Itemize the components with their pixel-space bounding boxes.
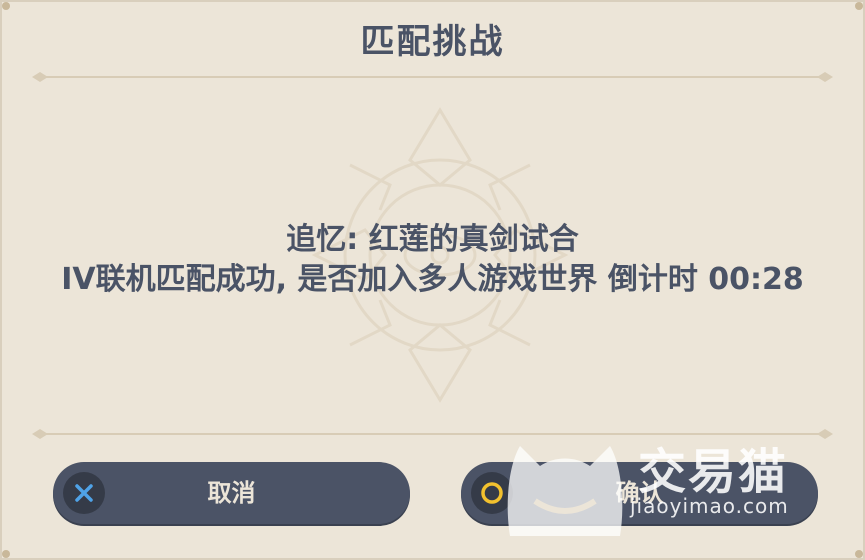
match-status-message: IV联机匹配成功, 是否加入多人游戏世界 倒计时 00:28 — [61, 262, 804, 297]
cancel-button[interactable]: 取消 — [53, 462, 410, 524]
watermark-url: jiaoyimao.com — [630, 494, 789, 518]
corner-ornament — [2, 2, 10, 10]
dialog-title: 匹配挑战 — [360, 22, 505, 62]
corner-ornament — [2, 550, 10, 558]
corner-ornament — [855, 550, 863, 558]
match-challenge-dialog: 匹配挑战 追忆: 红莲的真剑试合 IV联机匹配成功, 是否加入多人游戏世界 倒计… — [0, 0, 865, 560]
corner-ornament — [855, 2, 863, 10]
top-divider — [32, 72, 833, 82]
watermark-brand: 交易猫 — [638, 444, 789, 500]
cancel-label: 取消 — [207, 479, 256, 507]
challenge-name: 追忆: 红莲的真剑试合 — [286, 222, 579, 257]
